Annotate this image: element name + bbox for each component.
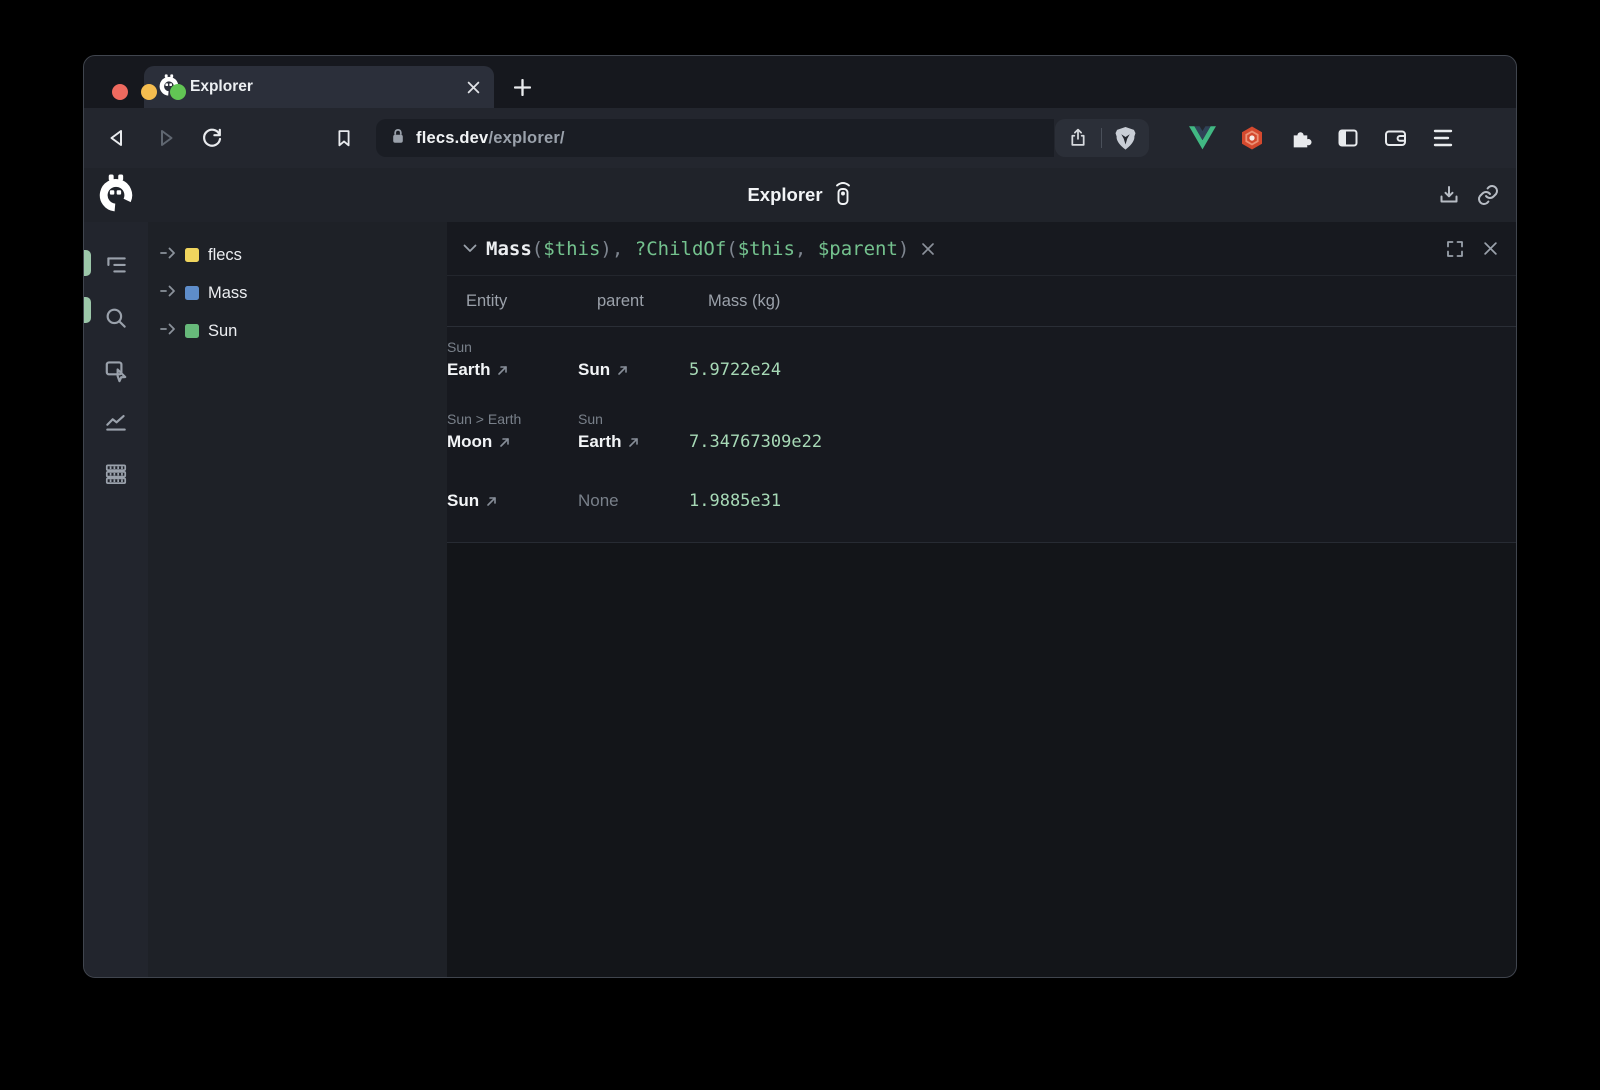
minimize-window-button[interactable] <box>141 84 157 100</box>
tab-strip: Explorer <box>84 56 1516 108</box>
lock-icon <box>390 127 406 150</box>
tree-item-sun[interactable]: Sun <box>148 312 447 350</box>
entity-link[interactable]: Moon <box>447 429 578 455</box>
query-panel: Mass($this), ?ChildOf($this, $parent) <box>447 222 1516 543</box>
query-area: Mass($this), ?ChildOf($this, $parent) <box>447 222 1516 977</box>
hexagon-extension-icon[interactable] <box>1239 125 1265 151</box>
address-bar[interactable]: flecs.dev/explorer/ <box>376 119 1149 157</box>
sidebar-icon[interactable] <box>1336 126 1360 150</box>
mass-value: 5.9722e24 <box>689 337 1516 383</box>
column-header-parent: parent <box>597 292 708 311</box>
extensions-puzzle-icon[interactable] <box>1288 126 1313 151</box>
fullscreen-icon[interactable] <box>1446 240 1464 258</box>
inspect-icon[interactable] <box>84 344 148 396</box>
tree-item-flecs[interactable]: flecs <box>148 236 447 274</box>
close-panel-icon[interactable] <box>1483 241 1498 256</box>
expand-arrow-icon[interactable] <box>160 246 176 264</box>
divider <box>1101 128 1102 148</box>
flecs-logo-icon <box>97 174 135 217</box>
tree-item-label: Mass <box>208 284 247 303</box>
close-tab-icon[interactable] <box>467 81 480 94</box>
tab-explorer[interactable]: Explorer <box>144 66 494 108</box>
remote-connected-icon <box>833 179 853 211</box>
link-icon[interactable] <box>1476 183 1500 207</box>
vue-devtools-icon[interactable] <box>1189 126 1216 150</box>
entity-tree-panel: flecs Mass Sun <box>148 222 447 977</box>
back-icon[interactable] <box>102 122 134 154</box>
explorer-header: Explorer <box>84 168 1516 222</box>
zoom-window-button[interactable] <box>170 84 186 100</box>
extensions-area <box>1189 125 1455 151</box>
ne-arrow-icon <box>497 365 508 376</box>
entity-color-swatch <box>185 324 199 338</box>
clear-query-icon[interactable] <box>921 242 935 256</box>
tree-view-icon[interactable] <box>84 240 148 292</box>
mass-value: 7.34767309e22 <box>689 409 1516 455</box>
column-header-mass: Mass (kg) <box>708 292 1516 311</box>
parent-link[interactable]: Earth <box>578 429 689 455</box>
active-panel-indicator <box>84 297 91 323</box>
entity-color-swatch <box>185 248 199 262</box>
tree-item-label: Sun <box>208 322 237 341</box>
entity-path: Sun > Earth <box>447 409 578 429</box>
forward-icon[interactable] <box>149 122 181 154</box>
ne-arrow-icon <box>628 437 639 448</box>
table-row: Sun Earth Sun 5.9722e24 <box>447 327 1516 399</box>
search-icon[interactable] <box>84 292 148 344</box>
wallet-icon[interactable] <box>1383 126 1408 150</box>
entity-link[interactable]: Sun <box>447 488 578 514</box>
close-window-button[interactable] <box>112 84 128 100</box>
chevron-down-icon[interactable] <box>463 240 477 258</box>
download-icon[interactable] <box>1437 183 1461 207</box>
parent-none: None <box>578 488 689 514</box>
bookmark-icon[interactable] <box>328 122 360 154</box>
entity-path: Sun <box>447 337 578 357</box>
share-icon[interactable] <box>1067 127 1089 149</box>
charts-icon[interactable] <box>84 396 148 448</box>
ne-arrow-icon <box>486 496 497 507</box>
memory-icon[interactable] <box>84 448 148 500</box>
url-field[interactable]: flecs.dev/explorer/ <box>376 119 1054 157</box>
explorer-content: flecs Mass Sun Mass($this), ?ChildOf($th… <box>84 222 1516 977</box>
query-expression[interactable]: Mass($this), ?ChildOf($this, $parent) <box>486 238 909 260</box>
tree-item-mass[interactable]: Mass <box>148 274 447 312</box>
panel-rail <box>84 222 148 977</box>
parent-link[interactable]: Sun <box>578 357 689 383</box>
table-row: Sun > Earth Moon Sun Earth 7.34767309e22 <box>447 399 1516 471</box>
reload-icon[interactable] <box>196 122 228 154</box>
menu-icon[interactable] <box>1431 127 1455 149</box>
query-header: Mass($this), ?ChildOf($this, $parent) <box>447 222 1516 276</box>
expand-arrow-icon[interactable] <box>160 322 176 340</box>
browser-window: Explorer flecs.dev/explorer <box>84 56 1516 977</box>
entity-link[interactable]: Earth <box>447 357 578 383</box>
ne-arrow-icon <box>617 365 628 376</box>
new-tab-button[interactable] <box>514 79 531 96</box>
tab-title: Explorer <box>190 78 457 96</box>
page-title: Explorer <box>747 184 822 206</box>
ne-arrow-icon <box>499 437 510 448</box>
brave-shield-icon[interactable] <box>1114 126 1137 151</box>
traffic-lights <box>112 84 186 100</box>
browser-toolbar: flecs.dev/explorer/ <box>84 108 1516 168</box>
column-header-entity: Entity <box>466 292 597 311</box>
entity-color-swatch <box>185 286 199 300</box>
active-panel-indicator <box>84 250 91 276</box>
parent-path: Sun <box>578 409 689 429</box>
expand-arrow-icon[interactable] <box>160 284 176 302</box>
tree-item-label: flecs <box>208 246 242 265</box>
address-bar-actions <box>1055 119 1149 157</box>
table-header: Entity parent Mass (kg) <box>447 276 1516 327</box>
url-text: flecs.dev/explorer/ <box>416 129 565 148</box>
table-row: Sun None 1.9885e31 <box>447 471 1516 542</box>
mass-value: 1.9885e31 <box>689 488 1516 514</box>
